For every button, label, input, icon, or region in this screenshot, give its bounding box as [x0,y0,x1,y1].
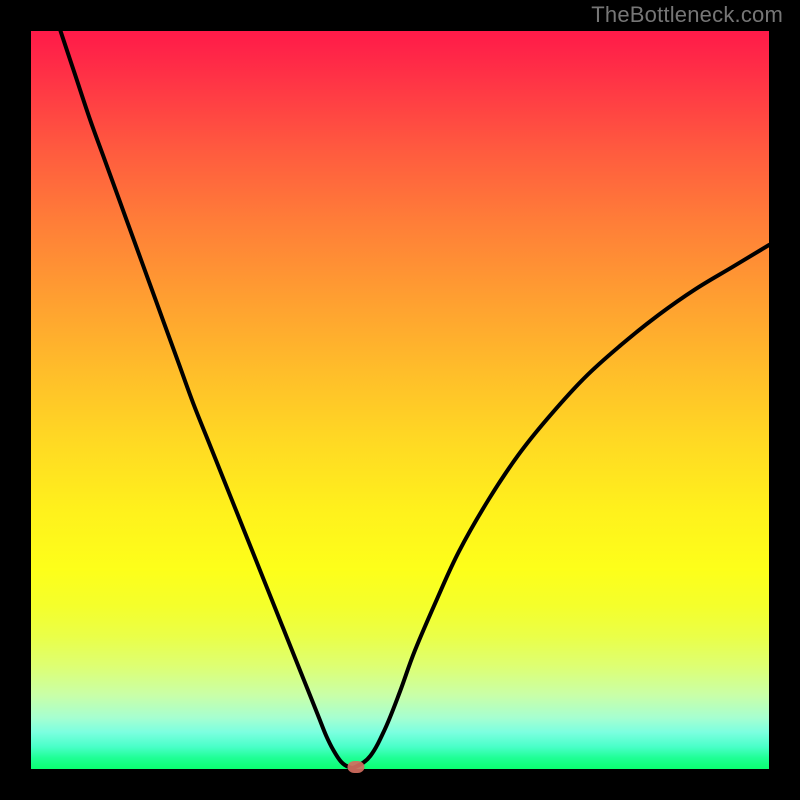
plot-area [31,31,769,769]
bottleneck-curve-path [61,31,769,768]
optimal-point-marker [347,761,364,773]
curve-svg [31,31,769,769]
outer-frame: TheBottleneck.com [0,0,800,800]
watermark-text: TheBottleneck.com [591,2,783,28]
